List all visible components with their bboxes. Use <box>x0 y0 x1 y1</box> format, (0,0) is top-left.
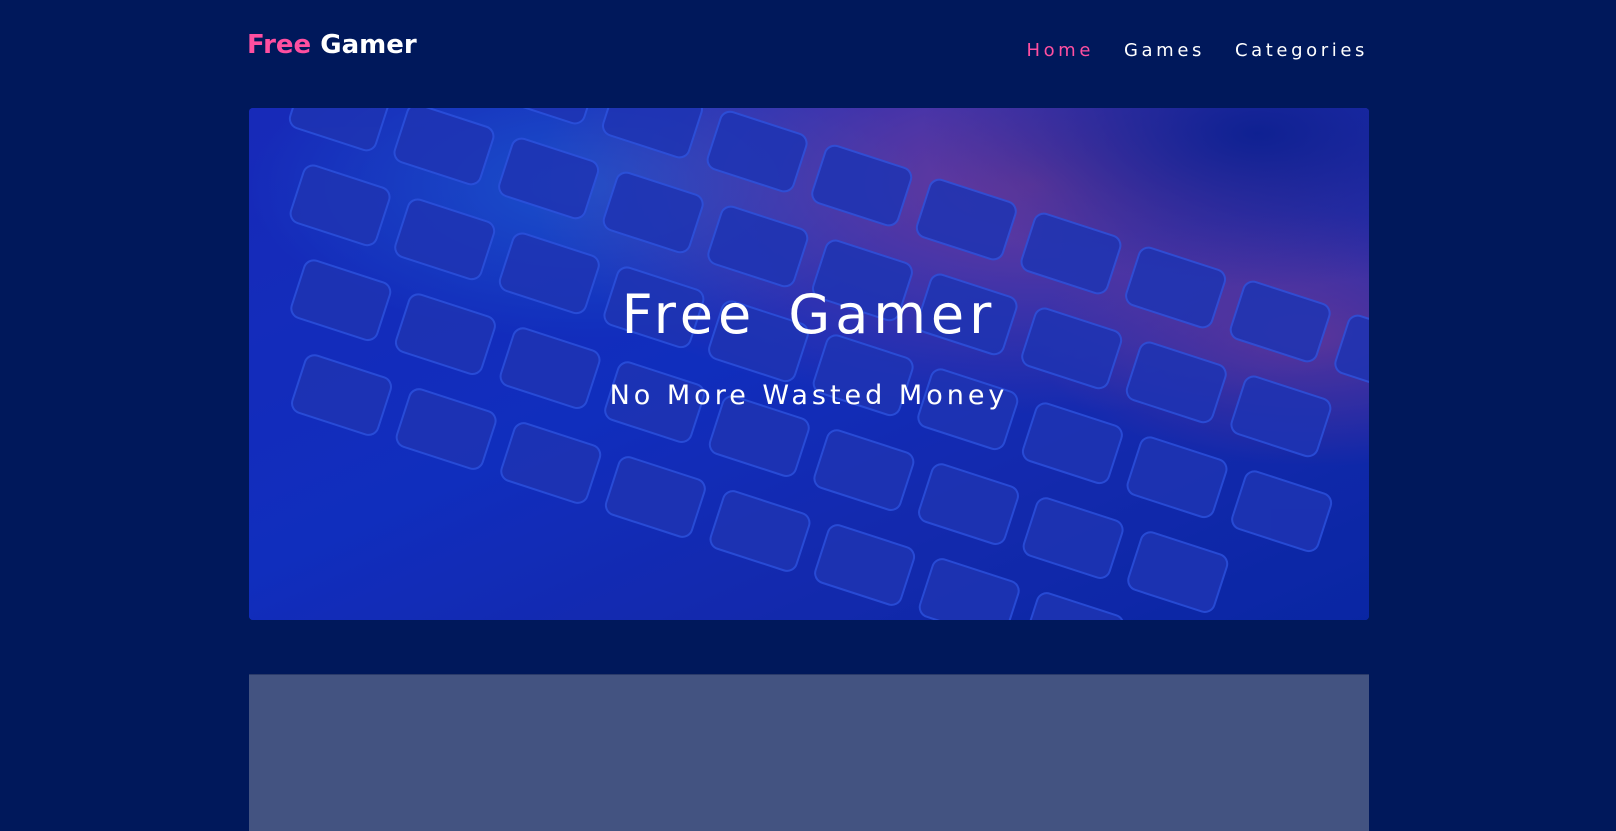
keyboard-background-image <box>249 108 1369 620</box>
logo-free: Free <box>247 30 312 60</box>
logo-gamer: Gamer <box>320 30 417 60</box>
hero-banner: Free Gamer No More Wasted Money <box>249 108 1369 620</box>
nav-categories[interactable]: Categories <box>1235 40 1368 61</box>
hero-title: Free Gamer <box>621 283 997 346</box>
site-logo[interactable]: Free Gamer <box>247 30 417 60</box>
nav-games[interactable]: Games <box>1124 40 1205 61</box>
nav-home[interactable]: Home <box>1026 40 1094 61</box>
main-nav: Home Games Categories <box>1026 40 1368 61</box>
hero-subtitle: No More Wasted Money <box>609 380 1009 411</box>
content-panel <box>249 674 1369 831</box>
page: Free Gamer Home Games Categories Free Ga… <box>0 0 1616 831</box>
